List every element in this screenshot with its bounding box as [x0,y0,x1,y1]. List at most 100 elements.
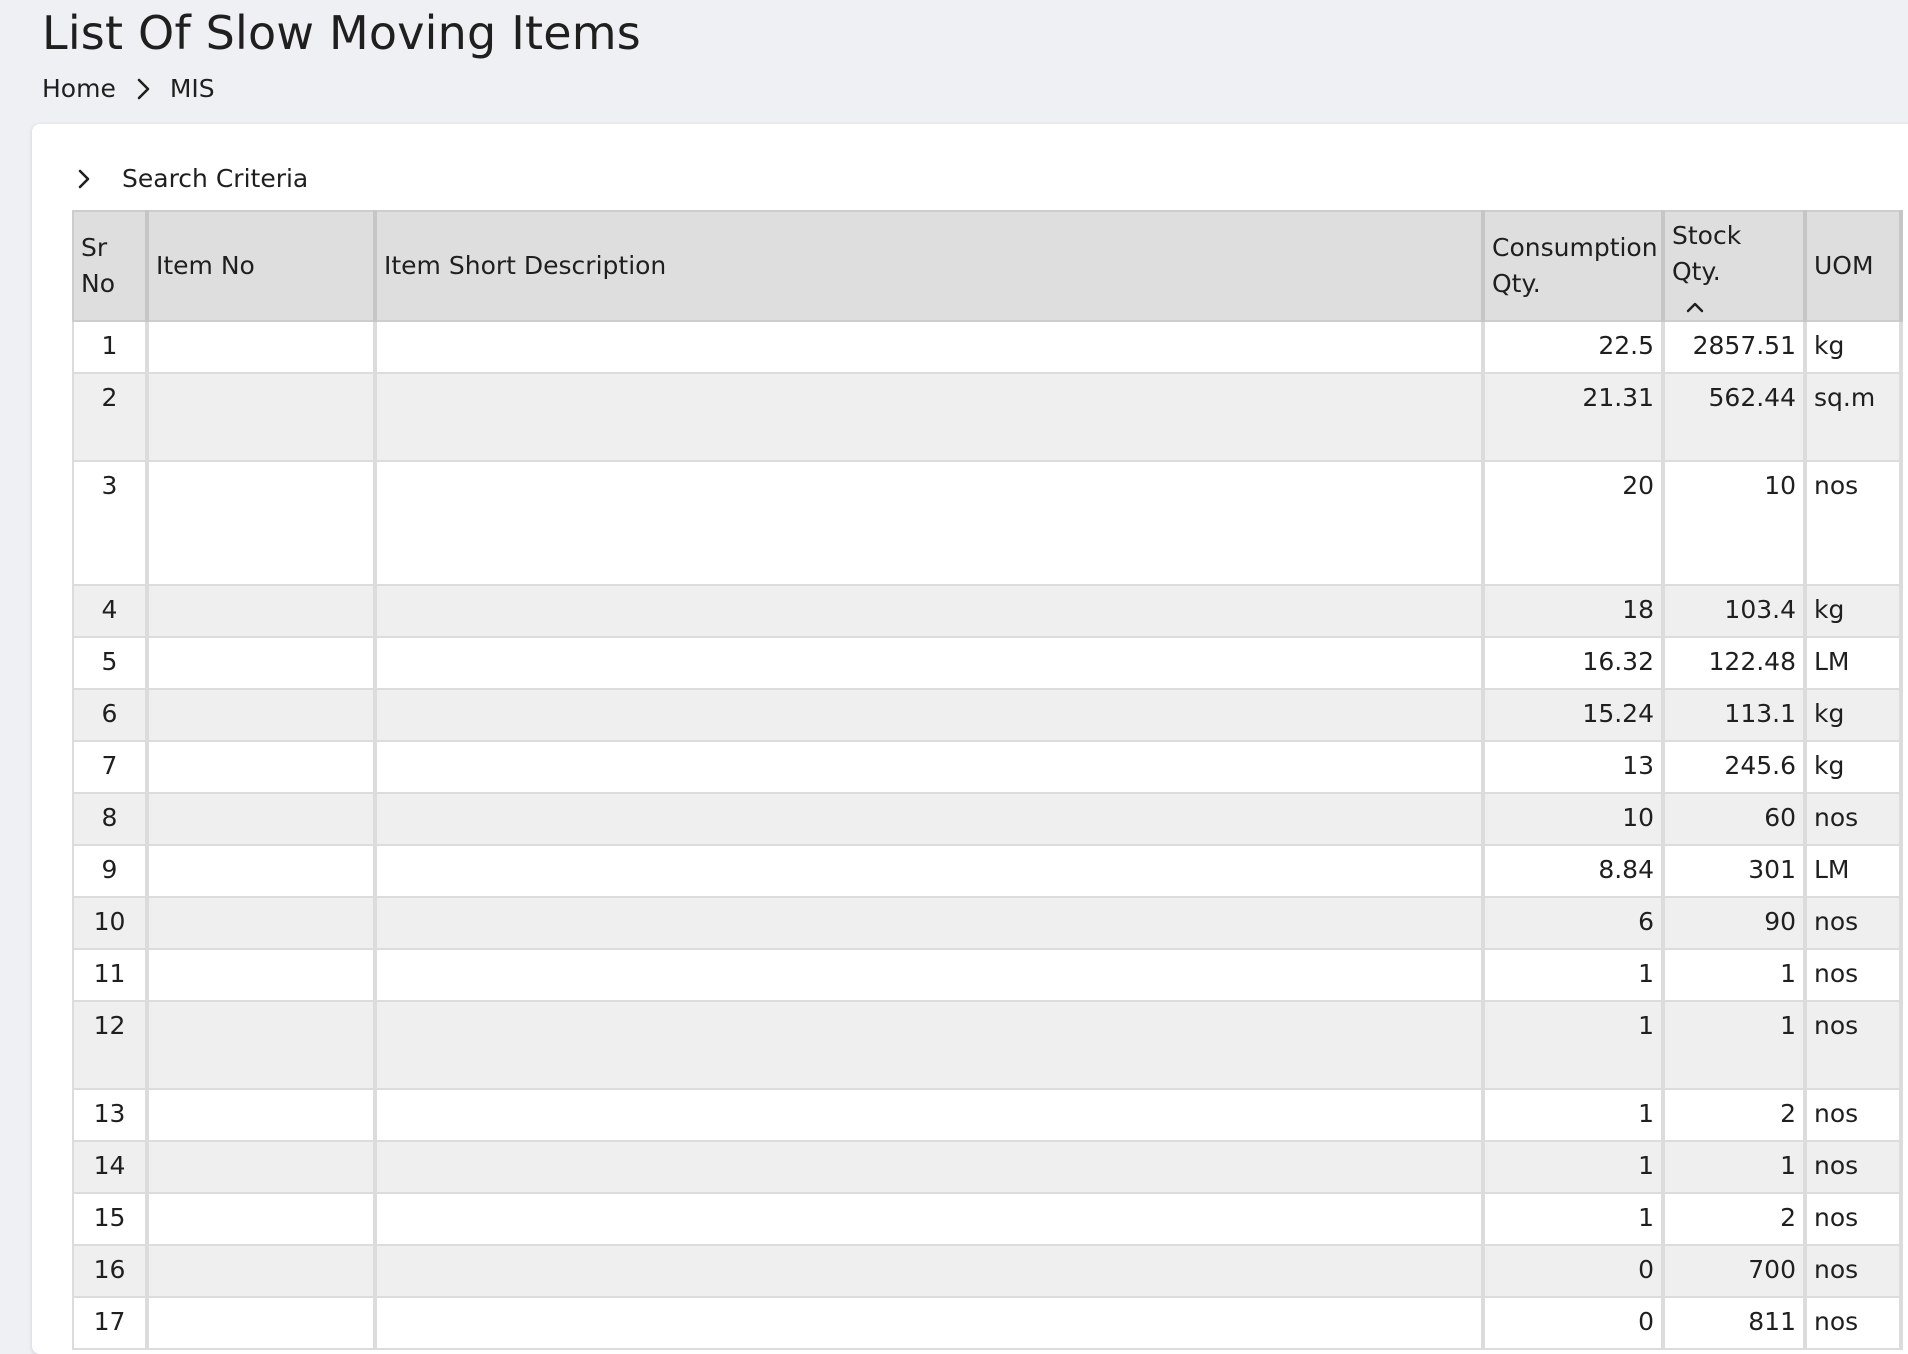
sr-no-cell: 6 [72,688,149,742]
uom-cell: nos [1804,1192,1903,1246]
table-row[interactable]: 12 1 1 nos [72,1000,1903,1090]
page-title: List Of Slow Moving Items [42,6,641,60]
sr-no-cell: 4 [72,584,149,638]
item-no-cell [146,1000,377,1090]
breadcrumb-home-link[interactable]: Home [42,74,116,103]
table-row[interactable]: 5 16.32 122.48 LM [72,636,1903,690]
sr-no-cell: 8 [72,792,149,846]
consumption-qty-cell: 13 [1482,740,1665,794]
uom-cell: nos [1804,1244,1903,1298]
column-header-consumption-qty[interactable]: Consumption Qty. [1482,210,1665,322]
consumption-qty-cell: 1 [1482,1088,1665,1142]
description-cell [374,320,1485,374]
uom-cell: nos [1804,1000,1903,1090]
item-no-cell [146,1244,377,1298]
description-cell [374,460,1485,586]
table-row[interactable]: 15 1 2 nos [72,1192,1903,1246]
sort-ascending-icon[interactable] [1684,292,1706,314]
consumption-qty-cell: 6 [1482,896,1665,950]
items-table: Sr No Item No Item Short Description Con… [72,210,1903,1350]
breadcrumb-mis-link[interactable]: MIS [170,74,215,103]
uom-cell: kg [1804,320,1903,374]
stock-qty-cell: 113.1 [1662,688,1807,742]
item-no-cell [146,688,377,742]
consumption-qty-cell: 0 [1482,1244,1665,1298]
item-no-cell [146,740,377,794]
description-cell [374,740,1485,794]
stock-qty-cell: 1 [1662,1140,1807,1194]
table-row[interactable]: 4 18 103.4 kg [72,584,1903,638]
search-criteria-toggle[interactable]: Search Criteria [72,164,308,193]
consumption-qty-cell: 16.32 [1482,636,1665,690]
consumption-qty-cell: 15.24 [1482,688,1665,742]
uom-cell: kg [1804,740,1903,794]
column-header-uom[interactable]: UOM [1804,210,1903,322]
column-header-sr-no[interactable]: Sr No [72,210,149,322]
consumption-qty-cell: 18 [1482,584,1665,638]
stock-qty-cell: 2857.51 [1662,320,1807,374]
uom-cell: nos [1804,1296,1903,1350]
consumption-qty-cell: 1 [1482,1192,1665,1246]
table-row[interactable]: 7 13 245.6 kg [72,740,1903,794]
consumption-qty-cell: 0 [1482,1296,1665,1350]
consumption-qty-cell: 1 [1482,1140,1665,1194]
uom-cell: nos [1804,948,1903,1002]
sr-no-cell: 3 [72,460,149,586]
item-no-cell [146,320,377,374]
description-cell [374,948,1485,1002]
description-cell [374,1140,1485,1194]
sr-no-cell: 16 [72,1244,149,1298]
sr-no-cell: 1 [72,320,149,374]
item-no-cell [146,844,377,898]
table-row[interactable]: 9 8.84 301 LM [72,844,1903,898]
description-cell [374,1088,1485,1142]
column-header-stock-qty[interactable]: Stock Qty. [1662,210,1807,322]
table-row[interactable]: 1 22.5 2857.51 kg [72,320,1903,374]
description-cell [374,844,1485,898]
sr-no-cell: 7 [72,740,149,794]
item-no-cell [146,1192,377,1246]
description-cell [374,1244,1485,1298]
description-cell [374,1000,1485,1090]
stock-qty-cell: 1 [1662,948,1807,1002]
stock-qty-cell: 103.4 [1662,584,1807,638]
table-row[interactable]: 17 0 811 nos [72,1296,1903,1350]
table-row[interactable]: 6 15.24 113.1 kg [72,688,1903,742]
sr-no-cell: 14 [72,1140,149,1194]
column-header-description[interactable]: Item Short Description [374,210,1485,322]
uom-cell: LM [1804,636,1903,690]
table-row[interactable]: 8 10 60 nos [72,792,1903,846]
consumption-qty-cell: 1 [1482,948,1665,1002]
chevron-right-icon [72,167,96,191]
table-row[interactable]: 10 6 90 nos [72,896,1903,950]
table-row[interactable]: 16 0 700 nos [72,1244,1903,1298]
sr-no-cell: 9 [72,844,149,898]
table-row[interactable]: 14 1 1 nos [72,1140,1903,1194]
item-no-cell [146,1088,377,1142]
table-row[interactable]: 11 1 1 nos [72,948,1903,1002]
stock-qty-cell: 90 [1662,896,1807,950]
item-no-cell [146,792,377,846]
uom-cell: nos [1804,1088,1903,1142]
item-no-cell [146,584,377,638]
stock-qty-cell: 60 [1662,792,1807,846]
table-row[interactable]: 2 21.31 562.44 sq.m [72,372,1903,462]
stock-qty-cell: 122.48 [1662,636,1807,690]
item-no-cell [146,1140,377,1194]
description-cell [374,584,1485,638]
uom-cell: nos [1804,792,1903,846]
column-header-item-no[interactable]: Item No [146,210,377,322]
stock-qty-cell: 700 [1662,1244,1807,1298]
table-header-row: Sr No Item No Item Short Description Con… [72,210,1903,322]
table-row[interactable]: 13 1 2 nos [72,1088,1903,1142]
item-no-cell [146,372,377,462]
uom-cell: nos [1804,1140,1903,1194]
breadcrumb: Home MIS [42,74,215,103]
sr-no-cell: 13 [72,1088,149,1142]
sr-no-cell: 11 [72,948,149,1002]
stock-qty-cell: 811 [1662,1296,1807,1350]
description-cell [374,372,1485,462]
stock-qty-cell: 301 [1662,844,1807,898]
table-row[interactable]: 3 20 10 nos [72,460,1903,586]
uom-cell: kg [1804,584,1903,638]
